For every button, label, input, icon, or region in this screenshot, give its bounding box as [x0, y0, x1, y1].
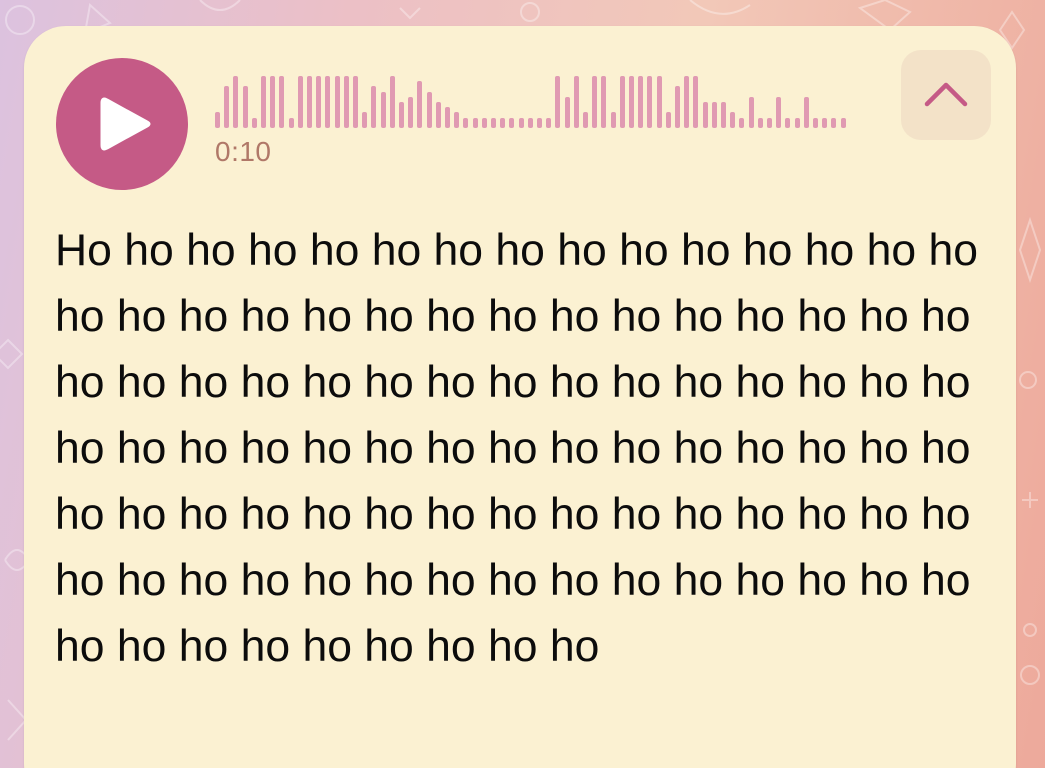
- waveform-bar: [270, 76, 276, 128]
- waveform-bar: [592, 76, 598, 128]
- waveform-bar: [353, 76, 358, 128]
- waveform-bar: [509, 117, 515, 128]
- waveform-bar: [721, 102, 726, 128]
- waveform-bar: [684, 76, 690, 128]
- waveform-bar: [389, 76, 395, 128]
- waveform-bar: [316, 76, 322, 128]
- waveform-bar: [233, 76, 239, 128]
- waveform-bar: [665, 112, 671, 128]
- waveform-bar: [730, 112, 736, 128]
- waveform-bar: [739, 117, 745, 128]
- waveform-bar: [463, 117, 469, 128]
- collapse-transcription-button[interactable]: [901, 50, 991, 140]
- waveform-bar: [399, 102, 404, 128]
- play-button[interactable]: [56, 58, 188, 190]
- waveform-bar: [794, 117, 800, 128]
- waveform-bar: [675, 86, 680, 128]
- waveform-bar: [343, 76, 349, 128]
- waveform-bar: [408, 96, 414, 128]
- waveform-bar: [537, 117, 542, 128]
- waveform-bar: [380, 91, 386, 128]
- waveform-bar: [757, 117, 763, 128]
- waveform-bar: [297, 76, 303, 128]
- chevron-up-icon: [924, 82, 968, 107]
- waveform-bar: [629, 76, 634, 128]
- waveform-bar: [711, 102, 717, 128]
- waveform-bar: [748, 96, 754, 128]
- waveform-bar: [555, 76, 561, 128]
- waveform-bar: [224, 86, 230, 128]
- waveform-bar: [583, 112, 588, 128]
- waveform-bar: [702, 102, 708, 128]
- waveform-bar: [454, 112, 460, 128]
- waveform-bar: [279, 76, 285, 128]
- waveform-bar: [573, 76, 579, 128]
- waveform-bar: [472, 117, 478, 128]
- waveform-bar: [307, 76, 312, 128]
- waveform-bar: [610, 112, 616, 128]
- play-icon: [100, 97, 151, 151]
- waveform-bar: [435, 102, 441, 128]
- waveform-bar: [601, 76, 607, 128]
- waveform-bar: [785, 117, 791, 128]
- waveform-bar: [261, 76, 266, 128]
- waveform-bar: [803, 96, 809, 128]
- waveform-bar: [426, 91, 432, 128]
- waveform-bar: [813, 117, 818, 128]
- waveform-bar: [638, 76, 644, 128]
- waveform-bar: [767, 117, 772, 128]
- audio-waveform[interactable]: [215, 70, 865, 128]
- waveform-bar: [242, 86, 248, 128]
- waveform-bar: [822, 117, 828, 128]
- waveform-bar: [481, 117, 487, 128]
- waveform-bar: [619, 76, 625, 128]
- waveform-bar: [527, 117, 533, 128]
- waveform-bar: [500, 117, 506, 128]
- waveform-bar: [776, 96, 782, 128]
- waveform-bar: [288, 117, 294, 128]
- waveform-bar: [693, 76, 699, 128]
- duration-label: 0:10: [215, 136, 272, 167]
- waveform-bar: [325, 76, 331, 128]
- waveform-bar: [445, 107, 450, 128]
- waveform-bar: [840, 117, 846, 128]
- waveform-bar: [656, 76, 662, 128]
- waveform-bar: [564, 96, 570, 128]
- waveform-bar: [491, 117, 496, 128]
- waveform-bar: [371, 86, 377, 128]
- waveform-bar: [334, 76, 340, 128]
- waveform-bar: [215, 112, 220, 128]
- waveform-bar: [251, 117, 257, 128]
- waveform-bar: [362, 112, 368, 128]
- waveform-bar: [518, 117, 524, 128]
- waveform-bar: [647, 76, 653, 128]
- transcription-text: Ho ho ho ho ho ho ho ho ho ho ho ho ho h…: [55, 226, 978, 671]
- waveform-bar: [831, 117, 837, 128]
- waveform-bar: [417, 81, 423, 128]
- waveform-bar: [546, 117, 552, 128]
